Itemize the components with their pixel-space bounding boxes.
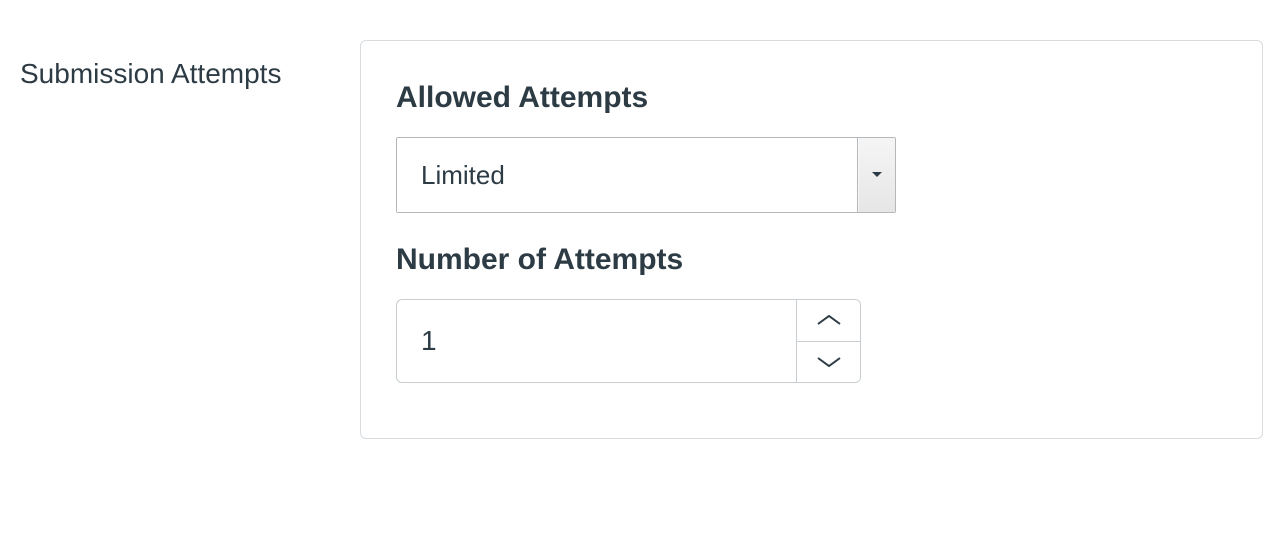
number-of-attempts-group: Number of Attempts 1 [396, 243, 1227, 383]
allowed-attempts-group: Allowed Attempts Limited [396, 81, 1227, 213]
chevron-down-icon [815, 355, 843, 369]
number-of-attempts-stepper[interactable]: 1 [396, 299, 861, 383]
submission-attempts-row: Submission Attempts Allowed Attempts Lim… [20, 40, 1263, 439]
allowed-attempts-label: Allowed Attempts [396, 81, 1227, 115]
stepper-increment-button[interactable] [797, 300, 860, 342]
dropdown-button[interactable] [857, 138, 895, 212]
section-label: Submission Attempts [20, 40, 330, 90]
caret-down-icon [871, 171, 883, 179]
settings-panel: Allowed Attempts Limited Number of Attem… [360, 40, 1263, 439]
number-of-attempts-value[interactable]: 1 [397, 300, 796, 382]
allowed-attempts-value: Limited [397, 138, 857, 212]
allowed-attempts-select[interactable]: Limited [396, 137, 896, 213]
stepper-decrement-button[interactable] [797, 342, 860, 383]
chevron-up-icon [815, 313, 843, 327]
number-of-attempts-label: Number of Attempts [396, 243, 1227, 277]
stepper-buttons [796, 300, 860, 382]
